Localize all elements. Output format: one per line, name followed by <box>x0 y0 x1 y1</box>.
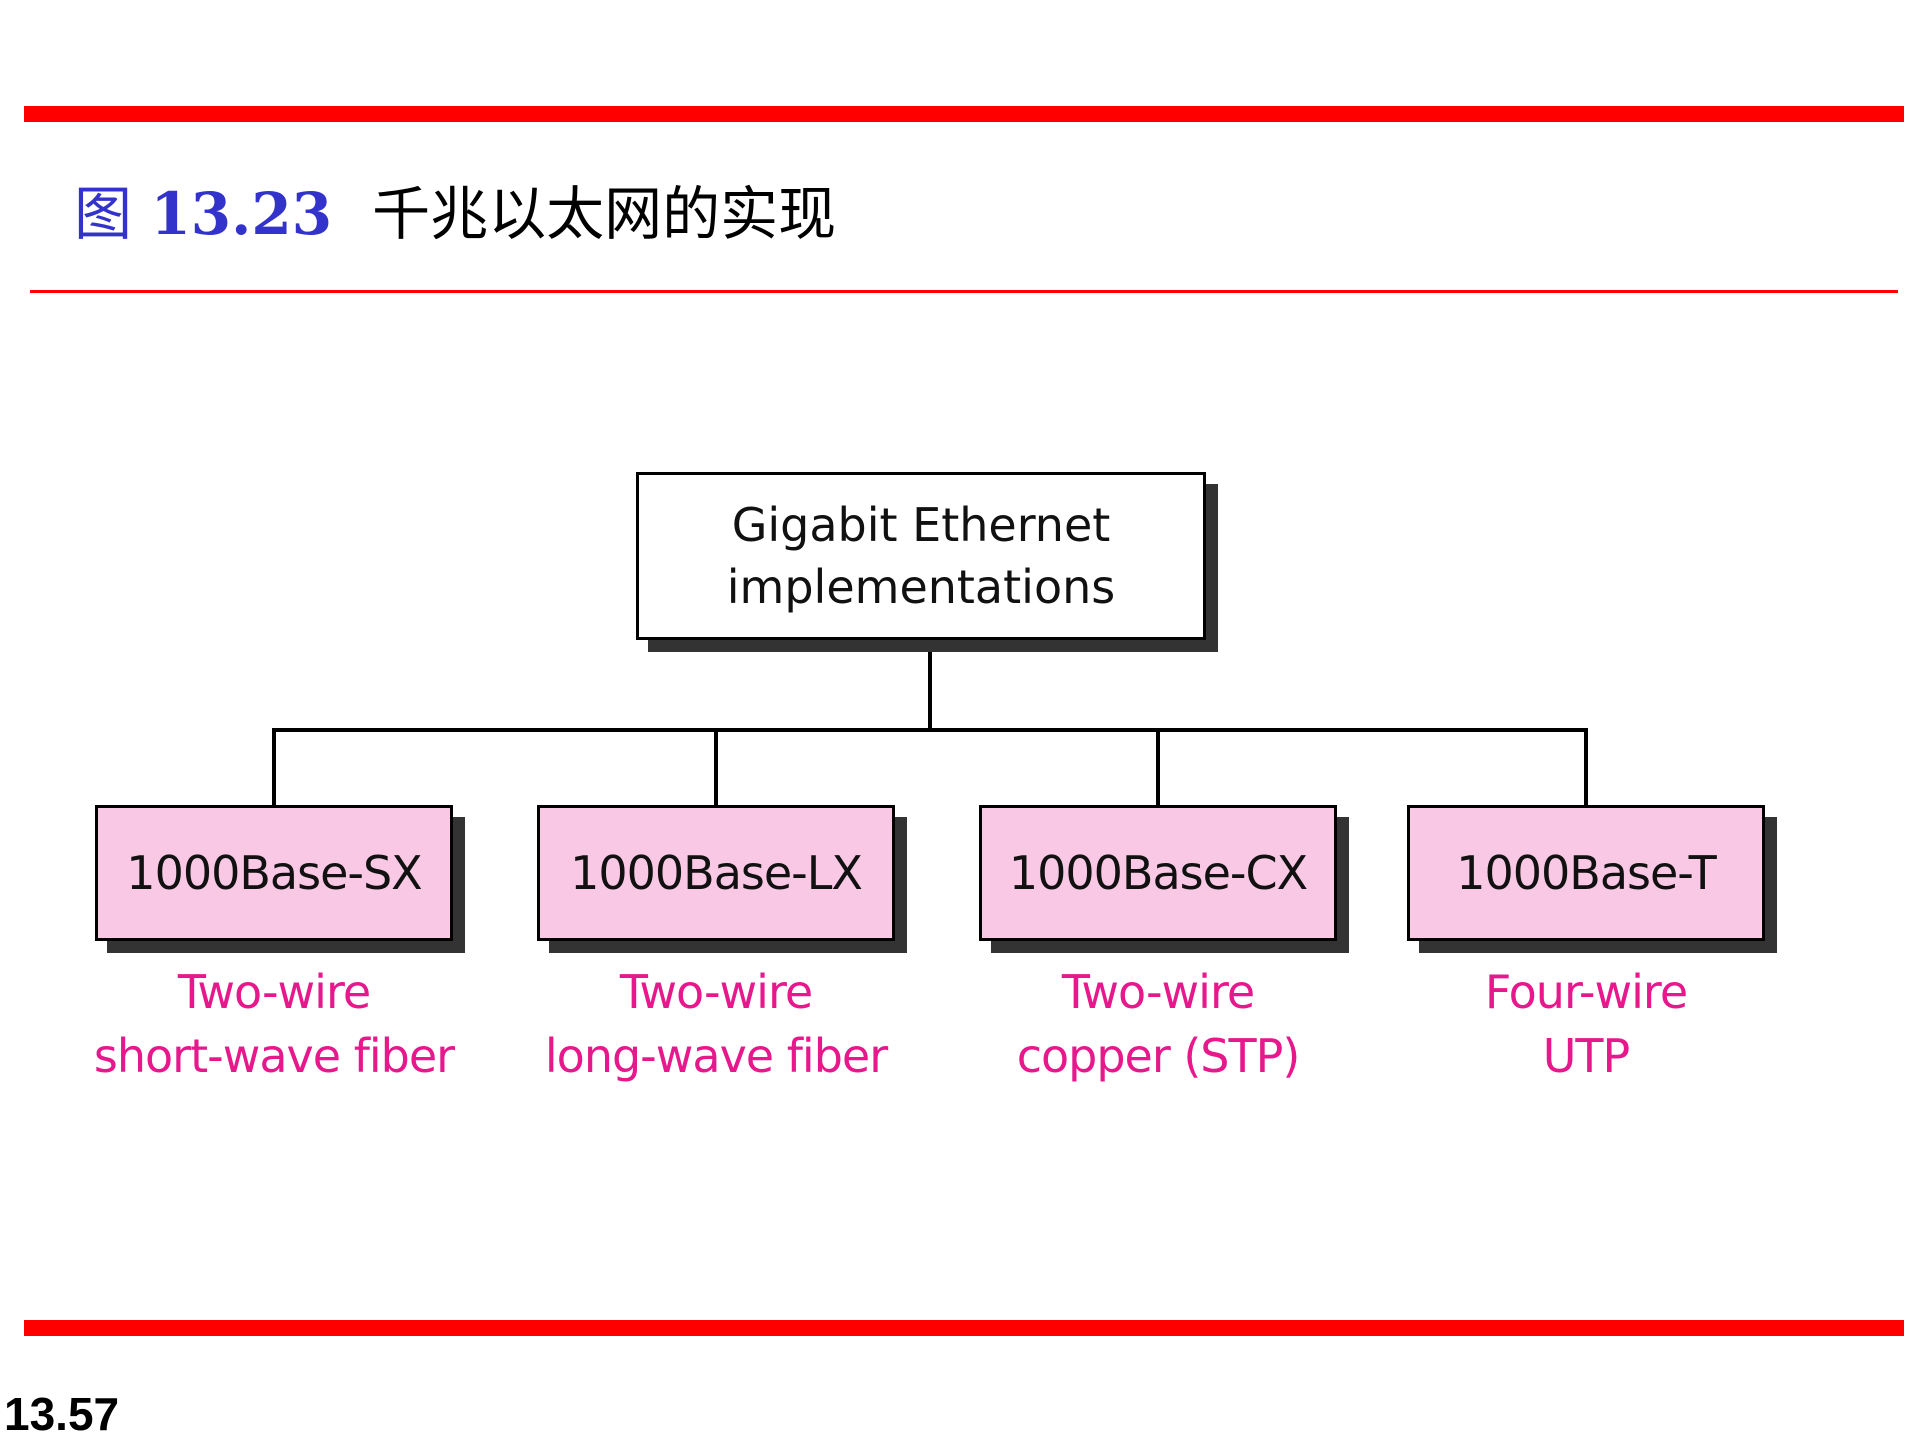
root-node-line1: Gigabit Ethernet <box>731 498 1111 552</box>
node-1000base-sx: 1000Base-SX <box>95 805 453 941</box>
bottom-divider <box>24 1320 1904 1336</box>
description-line2: short-wave fiber <box>93 1029 455 1083</box>
description-line1: Four-wire <box>1484 965 1688 1019</box>
description-cx: Two-wire copper (STP) <box>938 960 1378 1088</box>
node-1000base-lx: 1000Base-LX <box>537 805 895 941</box>
description-line2: copper (STP) <box>1016 1029 1301 1083</box>
description-sx: Two-wire short-wave fiber <box>54 960 494 1088</box>
tree-connectors <box>272 640 1588 805</box>
root-node-line2: implementations <box>726 560 1116 614</box>
description-t: Four-wire UTP <box>1366 960 1806 1088</box>
description-line2: UTP <box>1542 1029 1631 1083</box>
description-line2: long-wave fiber <box>544 1029 888 1083</box>
description-line1: Two-wire <box>1061 965 1255 1019</box>
root-node: Gigabit Ethernet implementations <box>636 472 1206 640</box>
page-number: 13.57 <box>4 1388 120 1440</box>
description-line1: Two-wire <box>619 965 813 1019</box>
node-1000base-cx: 1000Base-CX <box>979 805 1337 941</box>
node-label: 1000Base-T <box>1456 846 1717 900</box>
node-label: 1000Base-LX <box>570 846 863 900</box>
description-lx: Two-wire long-wave fiber <box>496 960 936 1088</box>
node-label: 1000Base-SX <box>126 846 422 900</box>
description-line1: Two-wire <box>177 965 371 1019</box>
node-1000base-t: 1000Base-T <box>1407 805 1765 941</box>
node-label: 1000Base-CX <box>1008 846 1308 900</box>
